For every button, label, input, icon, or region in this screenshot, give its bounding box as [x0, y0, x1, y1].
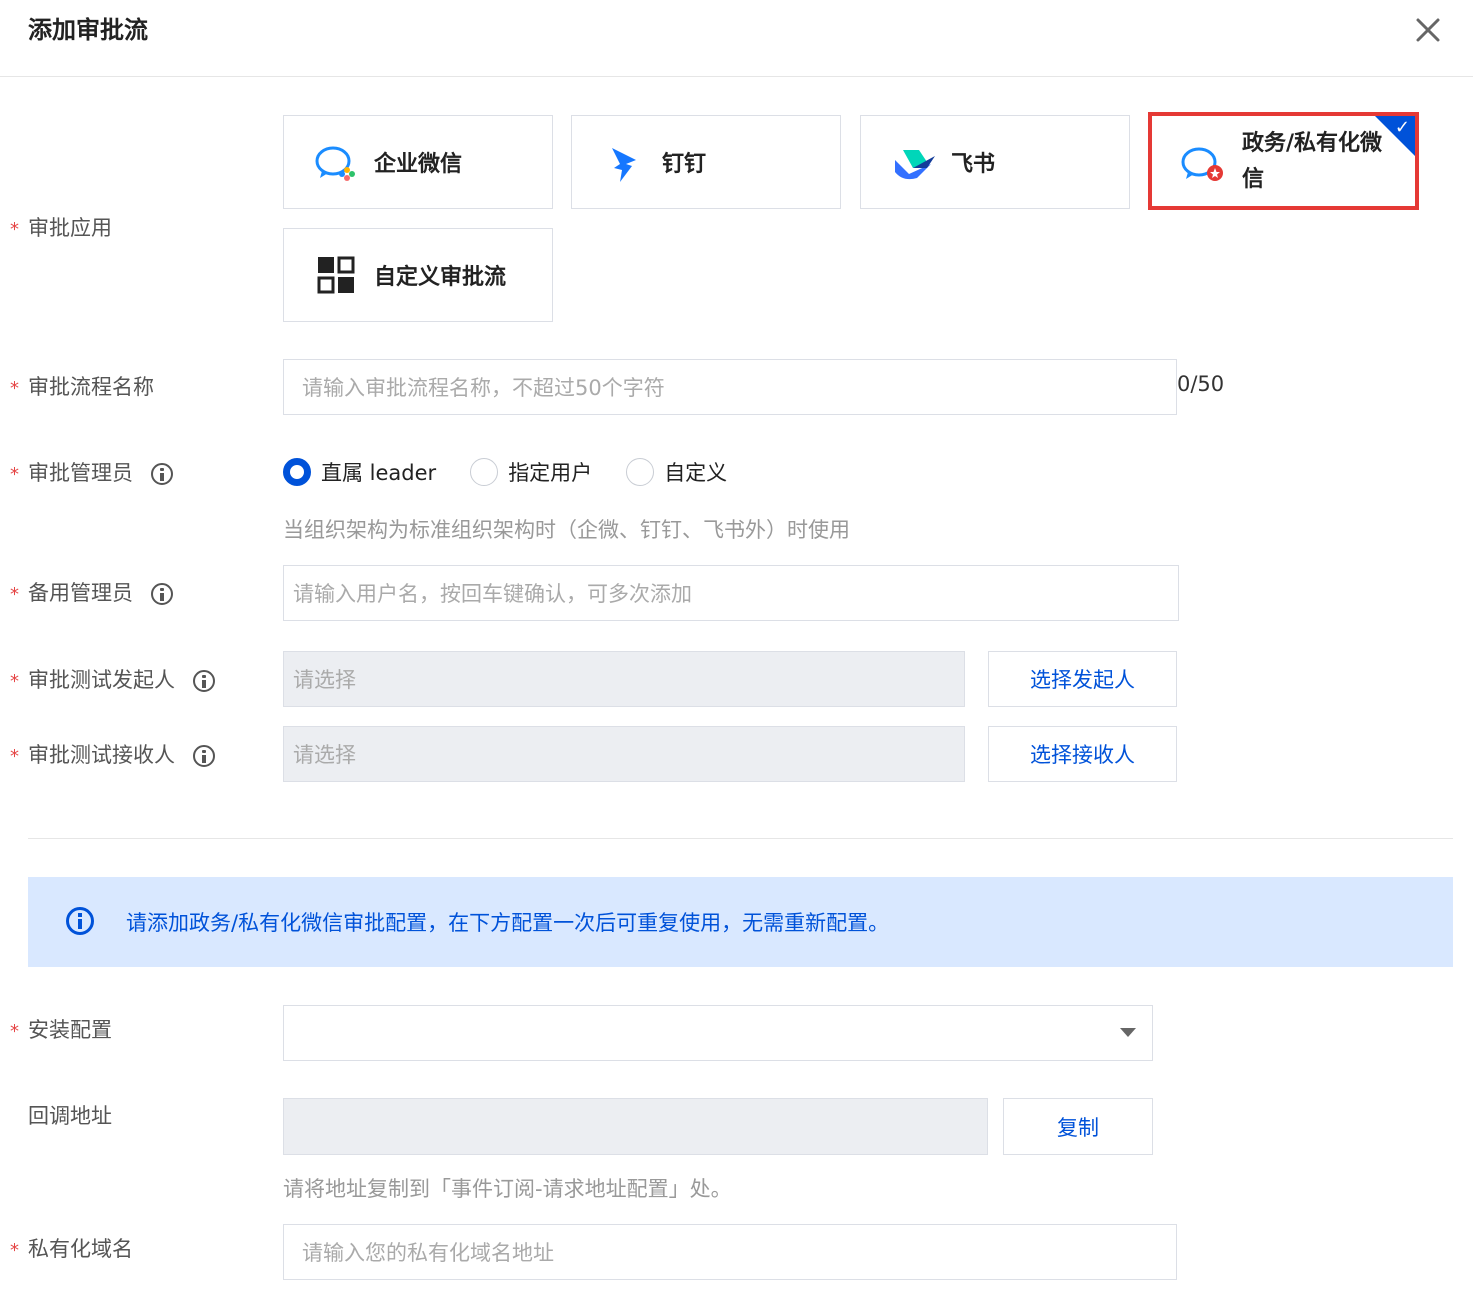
app-card-label: 钉钉 [662, 152, 707, 177]
admin-hint: 当组织架构为标准组织架构时（企微、钉钉、飞书外）时使用 [283, 518, 850, 542]
private-domain-label: * 私有化域名 [10, 1237, 133, 1261]
flow-name-input[interactable]: 请输入审批流程名称，不超过50个字符 [283, 359, 1177, 415]
wecom-icon [314, 144, 362, 184]
backup-admin-input[interactable]: 请输入用户名，按回车键确认，可多次添加 [283, 565, 1179, 621]
flow-name-counter: 0/50 [1177, 372, 1225, 396]
check-icon: ✓ [1394, 117, 1410, 138]
app-card-custom[interactable]: 自定义审批流 [283, 228, 553, 322]
select-initiator-button[interactable]: 选择发起人 [988, 651, 1177, 707]
flow-name-label: * 审批流程名称 [10, 375, 154, 399]
callback-hint: 请将地址复制到「事件订阅-请求地址配置」处。 [283, 1177, 732, 1201]
info-icon[interactable] [151, 463, 173, 485]
section-divider [28, 838, 1453, 839]
private-domain-input[interactable]: 请输入您的私有化域名地址 [283, 1224, 1177, 1280]
feishu-icon [891, 144, 939, 184]
radio-specified-user[interactable]: 指定用户 [470, 457, 592, 487]
app-card-wecom[interactable]: 企业微信 [283, 115, 553, 209]
app-card-label: 政务/私有化微信 [1242, 131, 1383, 192]
test-receiver-placeholder: 请选择 [293, 743, 356, 767]
radio-direct-leader[interactable]: 直属 leader [283, 457, 436, 487]
gov-wechat-icon [1180, 146, 1228, 186]
callback-input[interactable] [283, 1098, 988, 1155]
app-card-label: 企业微信 [374, 152, 463, 177]
chevron-down-icon [1120, 1028, 1136, 1037]
backup-admin-placeholder: 请输入用户名，按回车键确认，可多次添加 [293, 582, 692, 606]
admin-label: * 审批管理员 [10, 458, 173, 490]
info-icon[interactable] [193, 745, 215, 767]
header-divider [0, 76, 1473, 77]
radio-label: 自定义 [664, 461, 728, 485]
test-receiver-input[interactable]: 请选择 [283, 726, 965, 782]
info-icon [66, 907, 94, 935]
private-domain-placeholder: 请输入您的私有化域名地址 [302, 1241, 554, 1265]
radio-unchecked-icon [626, 458, 655, 486]
backup-admin-label: * 备用管理员 [10, 578, 173, 610]
select-receiver-button[interactable]: 选择接收人 [988, 726, 1177, 782]
radio-unchecked-icon [470, 458, 499, 486]
app-card-gov-wechat[interactable]: 政务/私有化微信 ✓ [1148, 112, 1419, 210]
banner-text: 请添加政务/私有化微信审批配置，在下方配置一次后可重复使用，无需重新配置。 [126, 911, 890, 935]
callback-label: 回调地址 [28, 1104, 112, 1128]
radio-label: 直属 leader [321, 461, 437, 485]
info-icon[interactable] [151, 583, 173, 605]
flow-name-placeholder: 请输入审批流程名称，不超过50个字符 [302, 376, 665, 400]
info-banner: 请添加政务/私有化微信审批配置，在下方配置一次后可重复使用，无需重新配置。 [28, 877, 1453, 967]
radio-custom[interactable]: 自定义 [626, 457, 727, 487]
radio-checked-icon [283, 458, 311, 486]
test-initiator-input[interactable]: 请选择 [283, 651, 965, 707]
radio-label: 指定用户 [508, 461, 593, 485]
app-card-feishu[interactable]: 飞书 [860, 115, 1130, 209]
test-initiator-label: * 审批测试发起人 [10, 665, 215, 697]
app-card-label: 自定义审批流 [374, 265, 507, 290]
dialog-title: 添加审批流 [28, 16, 148, 44]
custom-grid-icon [316, 255, 364, 295]
app-card-label: 飞书 [951, 152, 996, 177]
close-icon[interactable] [1408, 10, 1448, 50]
test-receiver-label: * 审批测试接收人 [10, 740, 215, 772]
test-initiator-placeholder: 请选择 [293, 668, 356, 692]
dingtalk-icon [602, 144, 650, 184]
copy-button[interactable]: 复制 [1003, 1098, 1153, 1155]
app-card-dingtalk[interactable]: 钉钉 [571, 115, 841, 209]
install-config-select[interactable] [283, 1005, 1153, 1061]
install-config-label: * 安装配置 [10, 1018, 112, 1042]
admin-radio-group: 直属 leader 指定用户 自定义 [283, 457, 727, 487]
info-icon[interactable] [193, 670, 215, 692]
apps-label: * 审批应用 [10, 216, 112, 240]
